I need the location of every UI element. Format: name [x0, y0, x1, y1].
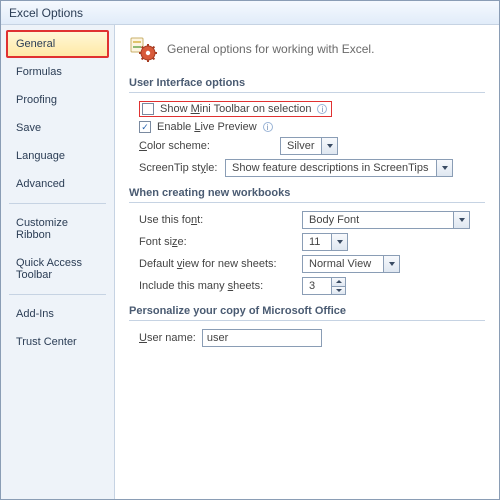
label-font-size: Font size: — [139, 236, 274, 248]
row-screentip-style: ScreenTip style: Show feature descriptio… — [139, 159, 485, 177]
info-icon[interactable] — [317, 104, 327, 114]
options-window: Excel Options General Formulas Proofing … — [0, 0, 500, 500]
info-icon[interactable] — [263, 122, 273, 132]
nav-quick-access-toolbar[interactable]: Quick Access Toolbar — [7, 250, 108, 288]
label-screentip-style: ScreenTip style: — [139, 162, 219, 174]
combo-use-font[interactable]: Body Font — [302, 211, 470, 229]
input-user-name[interactable]: user — [202, 329, 322, 347]
label-color-scheme: Color scheme: — [139, 140, 274, 152]
nav-add-ins[interactable]: Add-Ins — [7, 301, 108, 327]
window-title: Excel Options — [9, 6, 83, 20]
combo-value: Show feature descriptions in ScreenTips — [226, 160, 436, 176]
window-body: General Formulas Proofing Save Language … — [1, 25, 499, 499]
row-include-sheets: Include this many sheets: 3 — [139, 277, 485, 295]
combo-value: Normal View — [303, 256, 383, 272]
row-color-scheme: Color scheme: Silver — [139, 137, 485, 155]
combo-value: 11 — [303, 234, 331, 250]
nav-general[interactable]: General — [7, 31, 108, 57]
row-user-name: User name: user — [139, 329, 485, 347]
combo-value: Silver — [281, 138, 321, 154]
chevron-down-icon[interactable] — [453, 212, 469, 228]
combo-value: Body Font — [303, 212, 453, 228]
settings-icon — [129, 35, 157, 63]
nav-trust-center[interactable]: Trust Center — [7, 329, 108, 355]
label-use-font: Use this font: — [139, 214, 274, 226]
nav-divider — [9, 203, 106, 204]
chevron-down-icon[interactable] — [383, 256, 399, 272]
chevron-down-icon[interactable] — [331, 234, 347, 250]
section-personalize: Personalize your copy of Microsoft Offic… — [129, 305, 485, 321]
spinner-buttons — [331, 278, 345, 294]
nav-advanced[interactable]: Advanced — [7, 171, 108, 197]
spinner-value: 3 — [303, 278, 331, 294]
nav-divider — [9, 294, 106, 295]
label-include-sheets: Include this many sheets: — [139, 280, 296, 292]
input-value: user — [207, 332, 228, 344]
content-pane: General options for working with Excel. … — [115, 25, 499, 499]
section-ui-options: User Interface options — [129, 77, 485, 93]
nav-customize-ribbon[interactable]: Customize Ribbon — [7, 210, 108, 248]
row-enable-live-preview: Enable Live Preview — [139, 121, 485, 133]
label-show-mini-toolbar: Show Mini Toolbar on selection — [160, 103, 311, 115]
label-default-view: Default view for new sheets: — [139, 258, 296, 270]
row-font-size: Font size: 11 — [139, 233, 485, 251]
row-show-mini-toolbar: Show Mini Toolbar on selection — [139, 101, 485, 117]
combo-screentip-style[interactable]: Show feature descriptions in ScreenTips — [225, 159, 453, 177]
row-default-view: Default view for new sheets: Normal View — [139, 255, 485, 273]
chevron-down-icon[interactable] — [436, 160, 452, 176]
chevron-down-icon[interactable] — [321, 138, 337, 154]
chevron-down-icon[interactable] — [332, 287, 345, 295]
combo-font-size[interactable]: 11 — [302, 233, 348, 251]
checkbox-show-mini-toolbar[interactable] — [142, 103, 154, 115]
combo-default-view[interactable]: Normal View — [302, 255, 400, 273]
label-enable-live-preview: Enable Live Preview — [157, 121, 257, 133]
section-new-workbooks: When creating new workbooks — [129, 187, 485, 203]
nav-formulas[interactable]: Formulas — [7, 59, 108, 85]
spinner-include-sheets[interactable]: 3 — [302, 277, 346, 295]
page-subtitle: General options for working with Excel. — [167, 42, 374, 56]
row-use-font: Use this font: Body Font — [139, 211, 485, 229]
nav-save[interactable]: Save — [7, 115, 108, 141]
highlight-box: Show Mini Toolbar on selection — [139, 101, 332, 117]
sidebar: General Formulas Proofing Save Language … — [1, 25, 115, 499]
titlebar: Excel Options — [1, 1, 499, 25]
nav-language[interactable]: Language — [7, 143, 108, 169]
label-user-name: User name: — [139, 332, 196, 344]
nav-proofing[interactable]: Proofing — [7, 87, 108, 113]
combo-color-scheme[interactable]: Silver — [280, 137, 338, 155]
chevron-up-icon[interactable] — [332, 278, 345, 287]
page-header: General options for working with Excel. — [129, 35, 485, 63]
checkbox-enable-live-preview[interactable] — [139, 121, 151, 133]
